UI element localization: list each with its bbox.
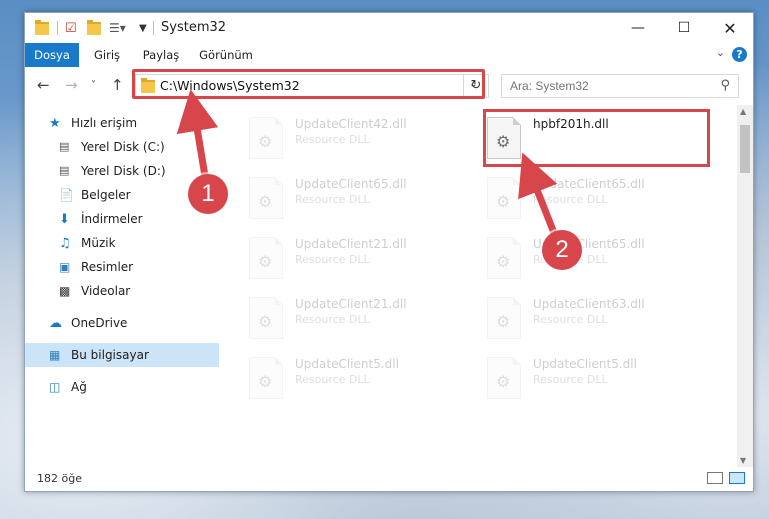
arrow-to-address-bar <box>176 89 219 183</box>
annotation-arrows <box>176 89 560 240</box>
step-2-callout: 2 <box>542 230 582 270</box>
arrow-to-file <box>518 152 560 240</box>
step-1-callout: 1 <box>188 174 228 214</box>
